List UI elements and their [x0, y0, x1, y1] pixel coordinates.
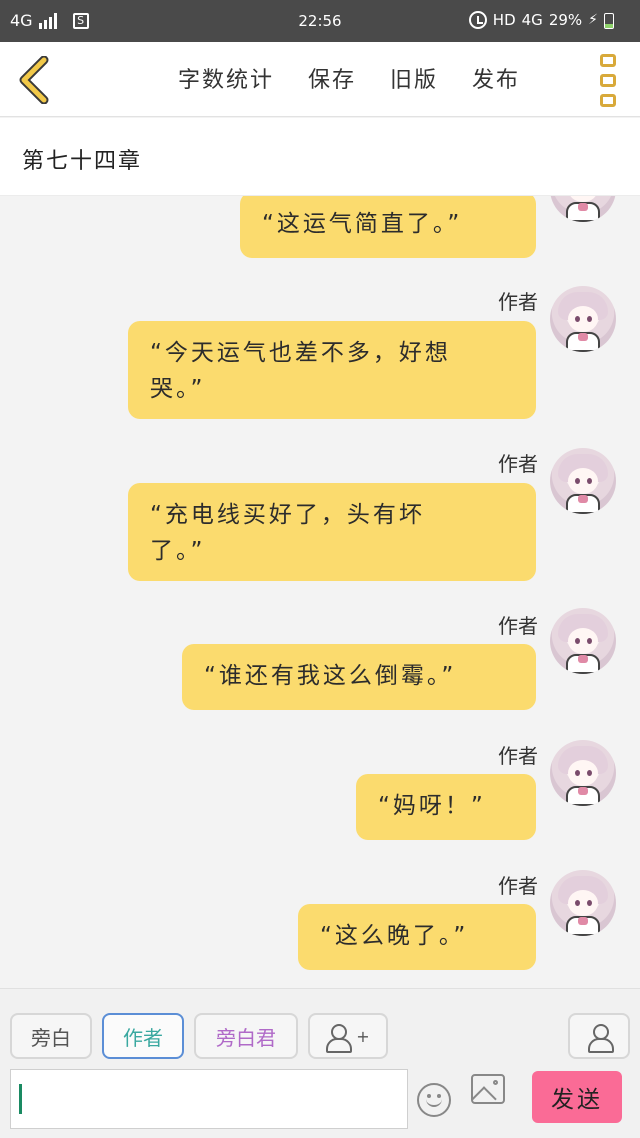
sender-name: 作者: [498, 290, 538, 314]
message-line: “这么晚了。”: [320, 923, 469, 949]
message-line: “充电线买好了，头有坏: [150, 502, 425, 528]
sender-name: 作者: [498, 614, 538, 638]
avatar[interactable]: [550, 740, 616, 806]
avatar[interactable]: [550, 196, 616, 222]
charging-icon: ⚡: [588, 12, 598, 28]
word-count-button[interactable]: 字数统计: [178, 62, 274, 94]
person-add-icon: [326, 1023, 353, 1053]
message-bubble[interactable]: “这么晚了。”: [298, 904, 536, 970]
add-role-button[interactable]: +: [308, 1013, 388, 1059]
sender-name: 作者: [498, 744, 538, 768]
send-button[interactable]: 发送: [532, 1071, 622, 1123]
avatar[interactable]: [550, 448, 616, 514]
network-right-label: 4G: [521, 11, 543, 29]
more-vertical-icon[interactable]: [600, 54, 616, 107]
editor-toolbar: 字数统计 保存 旧版 发布: [0, 42, 640, 117]
message-input[interactable]: [10, 1069, 408, 1129]
sender-name: 作者: [498, 452, 538, 476]
message-bubble[interactable]: “妈呀！”: [356, 774, 536, 840]
chapter-title[interactable]: 第七十四章: [22, 143, 142, 175]
chevron-left-icon[interactable]: [14, 56, 54, 104]
message-bubble[interactable]: “这运气简直了。”: [240, 196, 536, 258]
message-line: “妈呀！”: [378, 793, 486, 819]
text-caret: [19, 1084, 22, 1114]
sender-name: 作者: [498, 874, 538, 898]
old-version-button[interactable]: 旧版: [390, 62, 438, 94]
role-chip-narrator[interactable]: 旁白: [10, 1013, 92, 1059]
message-line: “这运气简直了。”: [262, 211, 463, 237]
role-manage-button[interactable]: [568, 1013, 630, 1059]
hd-label: HD: [492, 11, 516, 29]
battery-percent: 29%: [548, 11, 583, 29]
message-line: “今天运气也差不多，好想: [150, 340, 451, 366]
status-right: HD 4G 29% ⚡: [468, 11, 598, 29]
alarm-icon: [468, 11, 487, 29]
message-line: 了。”: [150, 538, 206, 564]
status-bar: 4G S 22:56 HD 4G 29% ⚡: [0, 0, 640, 42]
role-selector: 旁白 作者 旁白君 +: [10, 1013, 388, 1059]
composer: 旁白 作者 旁白君 + 发送: [0, 988, 640, 1138]
role-chip-narrator-jun[interactable]: 旁白君: [194, 1013, 298, 1059]
chat-area[interactable]: “这运气简直了。” 作者 “今天运气也差不多，好想 哭。” 作者 “充电线买好了…: [0, 196, 640, 988]
message-bubble[interactable]: “充电线买好了，头有坏 了。”: [128, 483, 536, 581]
person-icon: [588, 1023, 614, 1053]
message-bubble[interactable]: “谁还有我这么倒霉。”: [182, 644, 536, 710]
avatar[interactable]: [550, 870, 616, 936]
role-chip-author[interactable]: 作者: [102, 1013, 184, 1059]
toolbar-actions: 字数统计 保存 旧版 发布: [178, 62, 520, 94]
avatar[interactable]: [550, 286, 616, 352]
message-bubble[interactable]: “今天运气也差不多，好想 哭。”: [128, 321, 536, 419]
save-button[interactable]: 保存: [308, 62, 356, 94]
chapter-title-bar: 第七十四章: [0, 118, 640, 196]
publish-button[interactable]: 发布: [472, 62, 520, 94]
plus-label: +: [356, 1026, 370, 1046]
message-line: “谁还有我这么倒霉。”: [204, 663, 457, 689]
image-icon[interactable]: [471, 1074, 505, 1104]
avatar[interactable]: [550, 608, 616, 674]
message-line: 哭。”: [150, 376, 206, 402]
battery-icon: [604, 13, 614, 29]
emoji-icon[interactable]: [417, 1083, 451, 1117]
